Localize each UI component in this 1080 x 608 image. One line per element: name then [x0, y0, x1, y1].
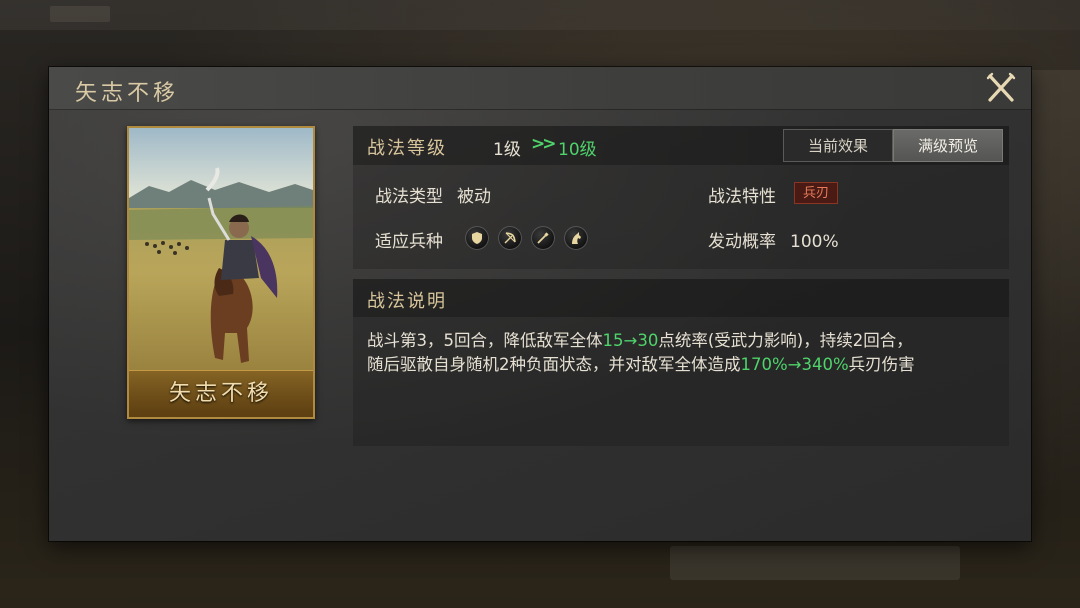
- dialog-title: 矢志不移: [75, 81, 180, 106]
- background-side-panel: [1032, 70, 1080, 490]
- tactic-trait-label: 战法特性: [708, 187, 776, 207]
- tactic-card: 矢志不移: [127, 126, 315, 419]
- desc-highlight: 15→30: [602, 331, 659, 350]
- background-top-bar: [0, 0, 1080, 30]
- level-label: 战法等级: [367, 138, 447, 159]
- current-level: 1级: [493, 140, 521, 160]
- horse-icon: [564, 226, 588, 250]
- shield-icon: [465, 226, 489, 250]
- close-icon: [986, 72, 1016, 102]
- troop-icons: [465, 226, 588, 250]
- description-header: 战法说明: [353, 279, 1009, 317]
- desc-text: 战斗第3，5回合，降低敌军全体: [367, 331, 603, 350]
- description-line-2: 随后驱散自身随机2种负面状态，并对敌军全体造成170%→340%兵刃伤害: [367, 353, 1007, 377]
- dialog-title-bar: 矢志不移: [49, 67, 1031, 110]
- desc-text: 随后驱散自身随机2种负面状态，并对敌军全体造成: [367, 355, 741, 374]
- trigger-rate-row: 发动概率 100%: [708, 227, 839, 252]
- tactic-type-row: 战法类型 被动: [375, 182, 491, 207]
- double-chevron-icon: >>: [531, 134, 556, 154]
- description-title: 战法说明: [367, 291, 447, 312]
- tab-max-level-preview[interactable]: 满级预览: [893, 129, 1003, 162]
- desc-text: 兵刃伤害: [848, 355, 915, 374]
- card-name: 矢志不移: [129, 370, 313, 417]
- description-text: 战斗第3，5回合，降低敌军全体15→30点统率(受武力影响)，持续2回合， 随后…: [367, 329, 1007, 377]
- trigger-rate-value: 100%: [790, 232, 839, 252]
- troop-type-row: 适应兵种: [375, 227, 443, 252]
- bow-icon: [498, 226, 522, 250]
- desc-text: 点统率(受武力影响)，持续2回合，: [658, 331, 913, 350]
- tactic-type-value: 被动: [457, 187, 491, 207]
- effect-tabs: 当前效果 满级预览: [783, 129, 1003, 162]
- tactic-description-panel: 战法说明 战斗第3，5回合，降低敌军全体15→30点统率(受武力影响)，持续2回…: [353, 279, 1009, 446]
- troop-type-label: 适应兵种: [375, 232, 443, 252]
- tactic-type-label: 战法类型: [375, 187, 443, 207]
- trait-badge: 兵刃: [794, 182, 838, 204]
- level-row: 战法等级 1级 >> 10级 当前效果 满级预览: [353, 126, 1009, 165]
- trigger-rate-label: 发动概率: [708, 232, 776, 252]
- tactic-trait-row: 战法特性: [708, 182, 776, 207]
- max-level: 10级: [558, 140, 597, 160]
- desc-highlight: 170%→340%: [740, 355, 849, 374]
- description-line-1: 战斗第3，5回合，降低敌军全体15→30点统率(受武力影响)，持续2回合，: [367, 329, 1007, 353]
- background-tag: [50, 6, 110, 22]
- tactic-detail-dialog: 矢志不移 矢志不移 战法等级 1级 >> 10级 当前效果 满级预览 战法类型 …: [49, 67, 1031, 541]
- tactic-info-panel: 战法等级 1级 >> 10级 当前效果 满级预览 战法类型 被动 战法特性 兵刃 …: [353, 126, 1009, 269]
- close-button[interactable]: [985, 72, 1017, 104]
- background-button: [670, 546, 960, 580]
- spear-icon: [531, 226, 555, 250]
- tab-current-effect[interactable]: 当前效果: [783, 129, 893, 162]
